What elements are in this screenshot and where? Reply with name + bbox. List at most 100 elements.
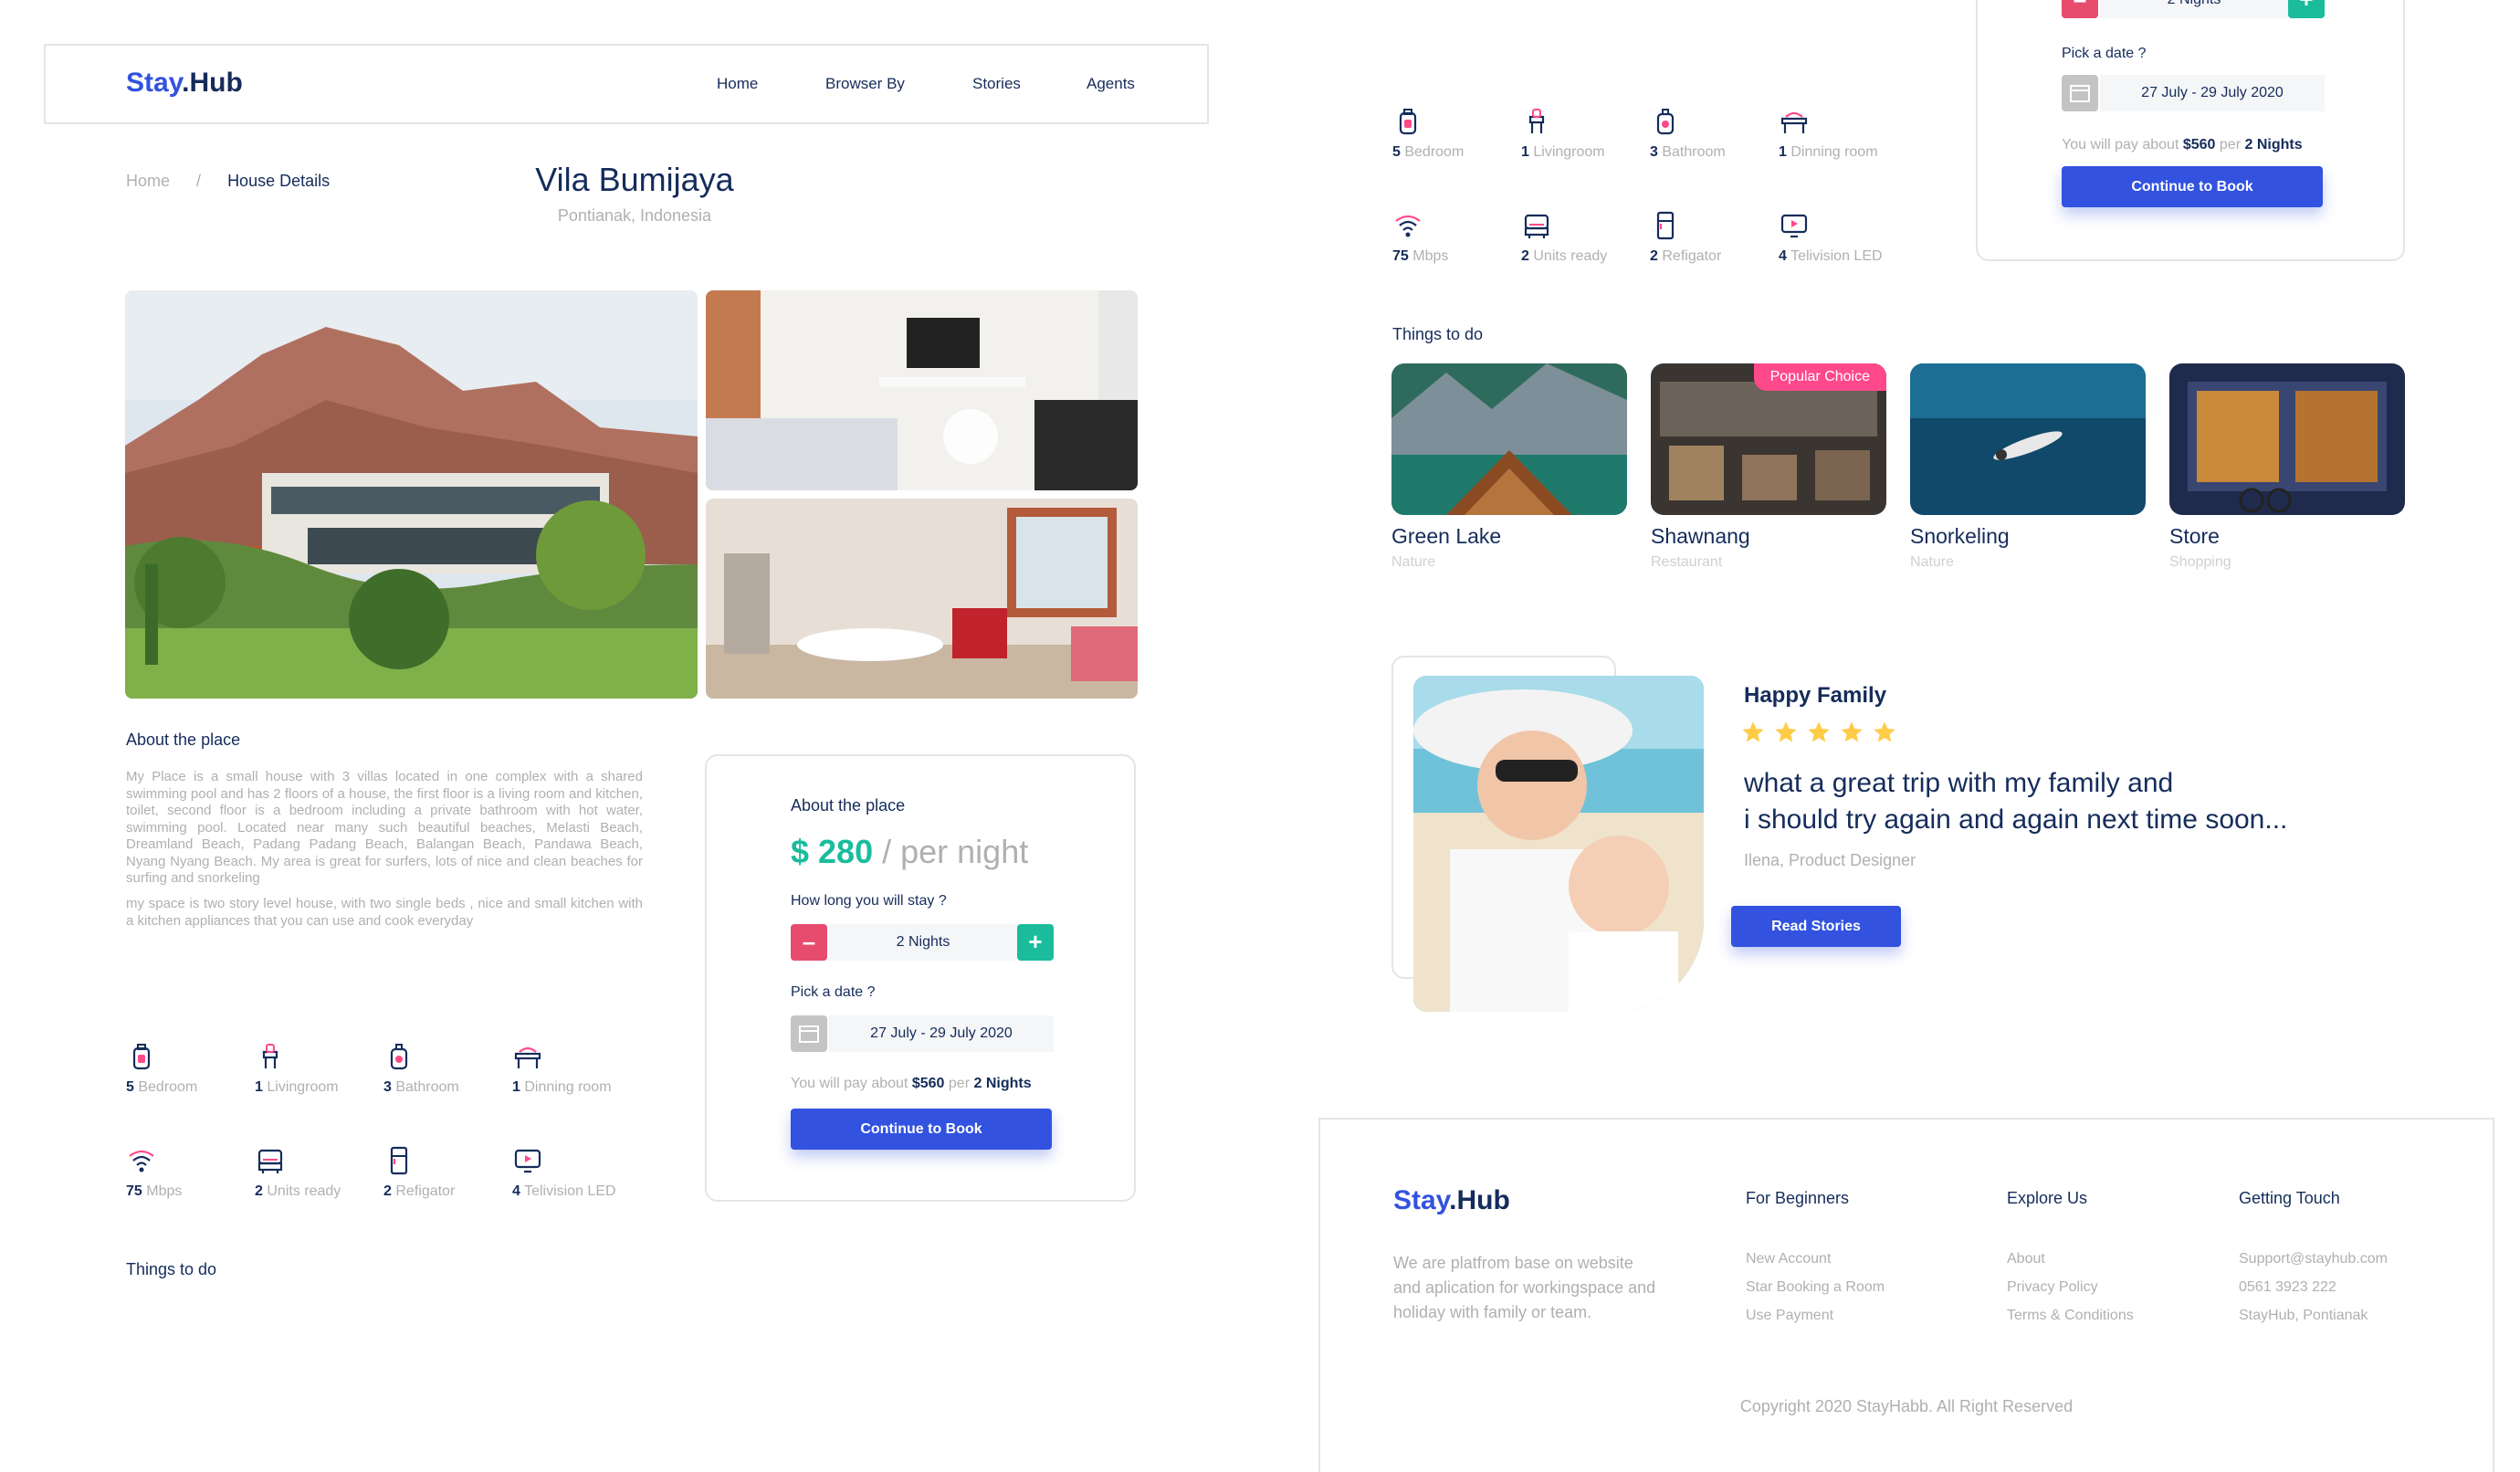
main-house-photo[interactable]	[125, 290, 698, 699]
living-room-photo[interactable]	[706, 499, 1138, 699]
unit-icon	[1524, 214, 1549, 238]
footer-column-for-beginners: For Beginners New Account Star Booking a R…	[1746, 1189, 1885, 1330]
breadcrumb-home[interactable]: Home	[126, 172, 170, 190]
read-stories-button[interactable]: Read Stories	[1731, 906, 1901, 947]
feature-bathroom: 3 Bathroom	[1650, 106, 1787, 161]
feature-mbps: 75 Mbps	[1392, 210, 1529, 265]
activity-card-green-lake[interactable]: Green Lake Nature	[1391, 363, 1627, 571]
about-paragraph-1: My Place is a small house with 3 villas …	[126, 769, 643, 886]
continue-to-book-button[interactable]: Continue to Book	[2062, 166, 2323, 207]
television-icon	[1780, 214, 1808, 238]
activity-card-snorkeling[interactable]: Snorkeling Nature	[1910, 363, 2146, 571]
calendar-icon[interactable]	[791, 1015, 827, 1052]
date-picker-input[interactable]: 27 July - 29 July 2020	[829, 1015, 1054, 1052]
nav-agents[interactable]: Agents	[1087, 75, 1135, 93]
dining-room-icon	[1780, 111, 1808, 133]
copyright: Copyright 2020 StayHabb. All Right Reser…	[1739, 1397, 2074, 1415]
activity-name[interactable]: Green Lake	[1391, 524, 1627, 549]
rating-stars	[1740, 720, 1905, 750]
footer-link[interactable]: About	[2007, 1245, 2134, 1273]
feature-bedroom: 5 Bedroom	[1392, 106, 1529, 161]
things-title: Things to do	[1392, 325, 1484, 343]
pay-summary: You will pay about $560 per 2 Nights	[791, 1076, 1032, 1091]
feature-dinning-room: 1 Dinning room	[1779, 106, 1916, 161]
activity-name[interactable]: Snorkeling	[1910, 524, 2146, 549]
activity-image[interactable]: Popular Choice	[1651, 363, 1886, 515]
feature-dinning-room: 1 Dinning room	[512, 1041, 649, 1096]
increase-nights-button[interactable]: +	[1017, 924, 1054, 961]
about-title: About the place	[126, 731, 241, 749]
popular-choice-badge: Popular Choice	[1753, 363, 1886, 391]
date-picker-input[interactable]: 27 July - 29 July 2020	[2100, 75, 2325, 111]
footer-tagline: We are platfrom base on website and apli…	[1393, 1254, 1656, 1321]
wifi-icon	[1395, 215, 1421, 237]
feature-livingroom: 1 Livingroom	[1521, 106, 1658, 161]
footer-column-explore-us: Explore Us About Privacy Policy Terms & Con…	[2007, 1189, 2134, 1330]
star-icon	[1740, 720, 1773, 747]
nights-input[interactable]: 2 Nights	[829, 924, 1017, 961]
decrease-nights-button[interactable]: –	[791, 924, 827, 961]
footer-column-title: Explore Us	[2007, 1189, 2088, 1207]
bathroom-icon	[390, 1044, 408, 1070]
pay-summary: You will pay about $560 per 2 Nights	[2062, 137, 2303, 152]
feature-telivision-led: 4 Telivision LED	[1779, 210, 1916, 265]
booking-card-compact: – 2 Nights + Pick a date ? 27 July - 29 …	[1976, 0, 2405, 261]
feature-telivision-led: 4 Telivision LED	[512, 1145, 649, 1200]
nav-home[interactable]: Home	[717, 75, 758, 93]
testimonial-photo	[1413, 676, 1704, 1012]
booking-title: About the place	[791, 796, 906, 815]
bedroom-icon	[1399, 109, 1417, 135]
footer-column-title: Getting Touch	[2239, 1189, 2340, 1207]
footer-link[interactable]: Use Payment	[1746, 1301, 1885, 1330]
nav-browser-by[interactable]: Browser By	[825, 75, 905, 93]
continue-to-book-button[interactable]: Continue to Book	[791, 1109, 1052, 1150]
activity-image[interactable]	[1910, 363, 2146, 515]
feature-mbps: 75 Mbps	[126, 1145, 263, 1200]
increase-nights-button[interactable]: +	[2288, 0, 2325, 18]
feature-bedroom: 5 Bedroom	[126, 1041, 263, 1096]
footer-link[interactable]: Privacy Policy	[2007, 1273, 2134, 1301]
feature-units-ready: 2 Units ready	[255, 1145, 392, 1200]
livingroom-icon	[1528, 109, 1545, 133]
livingroom-icon	[262, 1044, 278, 1068]
star-icon	[1806, 720, 1839, 747]
bedroom-photo[interactable]	[706, 290, 1138, 490]
page-title: Vila Bumijaya	[535, 161, 734, 198]
star-icon	[1839, 720, 1872, 747]
about-paragraph-2: my space is two story level house, with …	[126, 896, 643, 929]
activity-category: Nature	[1391, 554, 1436, 570]
decrease-nights-button[interactable]: –	[2062, 0, 2098, 18]
footer-brand-logo[interactable]: Stay.Hub	[1393, 1185, 1510, 1216]
activity-card-store[interactable]: Store Shopping	[2169, 363, 2405, 571]
booking-card: About the place $ 280 / per night How lo…	[705, 754, 1136, 1202]
footer-link[interactable]: New Account	[1746, 1245, 1885, 1273]
activity-category: Restaurant	[1651, 554, 1723, 570]
testimonial-author: Ilena, Product Designer	[1744, 851, 1916, 869]
activity-category: Shopping	[2169, 554, 2231, 570]
testimonial-quote: what a great trip with my family and i s…	[1744, 768, 2288, 835]
footer-link[interactable]: StayHub, Pontianak	[2239, 1301, 2388, 1330]
nav-stories[interactable]: Stories	[972, 75, 1021, 93]
site-footer: Stay.Hub We are platfrom base on website…	[1318, 1118, 2494, 1472]
feature-refigator: 2 Refigator	[1650, 210, 1787, 265]
activity-card-shawnang[interactable]: Popular Choice Shawnang Restaurant	[1651, 363, 1886, 571]
testimonial-title: Happy Family	[1744, 683, 1887, 708]
footer-link[interactable]: 0561 3923 222	[2239, 1273, 2388, 1301]
footer-column-title: For Beginners	[1746, 1189, 1850, 1207]
brand-logo[interactable]: Stay.Hub	[126, 68, 243, 99]
footer-link[interactable]: Star Booking a Room	[1746, 1273, 1885, 1301]
calendar-icon[interactable]	[2062, 75, 2098, 111]
nights-input[interactable]: 2 Nights	[2100, 0, 2288, 18]
footer-link[interactable]: Terms & Conditions	[2007, 1301, 2134, 1330]
breadcrumb: Home / House Details	[126, 172, 331, 190]
star-icon	[1773, 720, 1806, 747]
property-location: Pontianak, Indonesia	[557, 206, 712, 225]
price: $ 280 / per night	[791, 833, 1029, 870]
activity-name[interactable]: Shawnang	[1651, 524, 1886, 549]
activity-image[interactable]	[1391, 363, 1627, 515]
feature-refigator: 2 Refigator	[383, 1145, 520, 1200]
activity-image[interactable]	[2169, 363, 2405, 515]
feature-bathroom: 3 Bathroom	[383, 1041, 520, 1096]
footer-link[interactable]: Support@stayhub.com	[2239, 1245, 2388, 1273]
activity-name[interactable]: Store	[2169, 524, 2405, 549]
